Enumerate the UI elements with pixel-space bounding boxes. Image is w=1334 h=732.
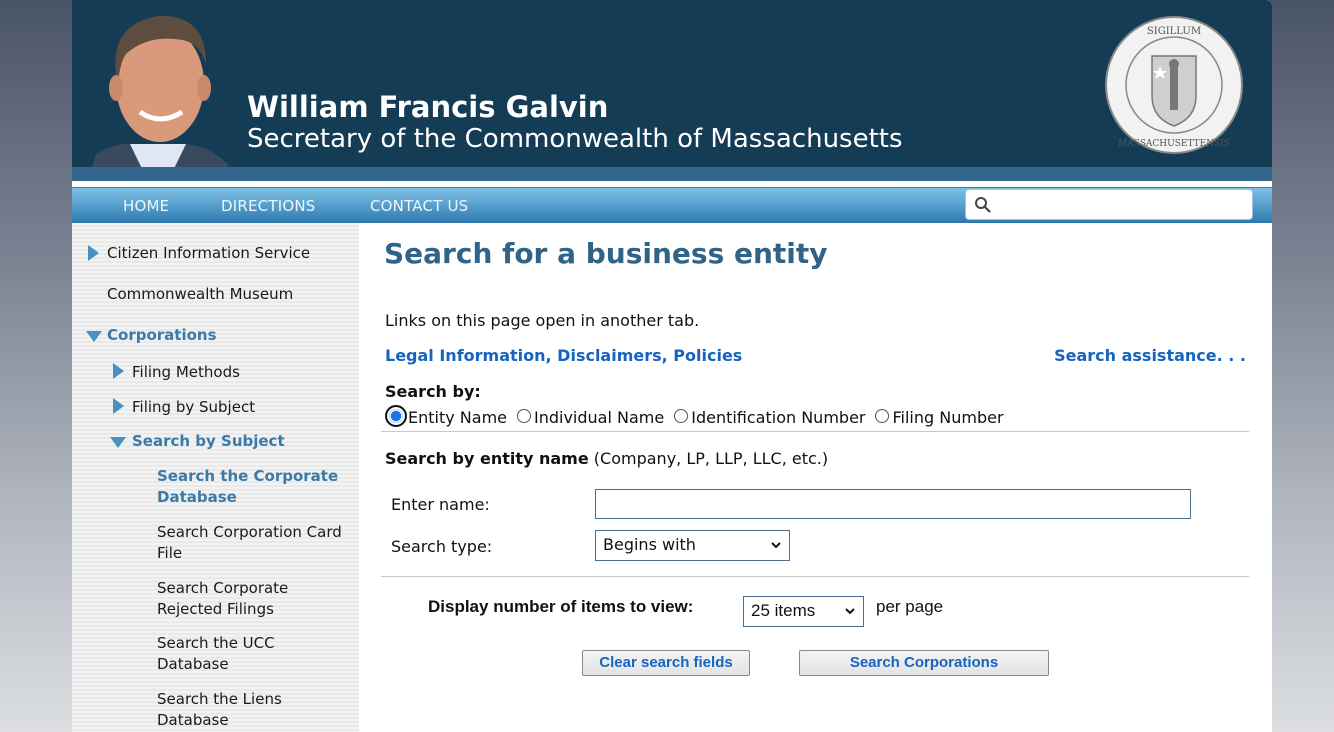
clear-search-button[interactable]: Clear search fields: [582, 650, 750, 676]
official-name: William Francis Galvin: [247, 90, 609, 124]
search-assistance-link[interactable]: Search assistance. . .: [1054, 346, 1246, 365]
items-per-page-select[interactable]: 25 items: [743, 596, 864, 627]
svg-text:MASSACHUSETTENSIS: MASSACHUSETTENSIS: [1118, 139, 1230, 149]
divider: [381, 431, 1249, 432]
site-header: William Francis Galvin Secretary of the …: [72, 0, 1272, 181]
site-search: [965, 189, 1253, 220]
radio-label-filing-number[interactable]: Filing Number: [892, 408, 1003, 427]
svg-text:SIGILLUM: SIGILLUM: [1147, 26, 1201, 37]
search-type-select[interactable]: Begins with: [595, 530, 790, 561]
sidebar-item-filing-by-subject[interactable]: Filing by Subject: [132, 397, 255, 418]
display-items-label: Display number of items to view:: [428, 597, 694, 616]
links-note: Links on this page open in another tab.: [385, 311, 700, 330]
triangle-down-icon: [86, 331, 102, 342]
radio-label-identification-number[interactable]: Identification Number: [691, 408, 865, 427]
nav-directions[interactable]: DIRECTIONS: [221, 197, 315, 215]
state-seal-icon: SIGILLUM MASSACHUSETTENSIS: [1105, 16, 1243, 154]
section-heading-row: Search by entity name (Company, LP, LLP,…: [385, 449, 828, 468]
sidebar-item-search-corporation-card-file[interactable]: Search Corporation Card File: [157, 522, 352, 564]
triangle-right-icon: [88, 245, 99, 261]
search-type-label: Search type:: [391, 537, 493, 556]
radio-label-individual-name[interactable]: Individual Name: [534, 408, 664, 427]
per-page-label: per page: [876, 597, 944, 616]
sidebar-item-filing-methods[interactable]: Filing Methods: [132, 362, 240, 383]
sidebar-item-search-corporate-rejected-filings[interactable]: Search Corporate Rejected Filings: [157, 578, 307, 620]
items-per-page-value: 25 items: [751, 601, 816, 620]
chevron-down-icon: [771, 542, 781, 549]
portrait-photo: [88, 15, 228, 181]
section-heading: Search by entity name: [385, 449, 589, 468]
sidebar-item-commonwealth-museum[interactable]: Commonwealth Museum: [107, 284, 293, 305]
page-container: William Francis Galvin Secretary of the …: [72, 0, 1272, 732]
official-title: Secretary of the Commonwealth of Massach…: [247, 124, 903, 154]
sidebar-item-search-liens-database[interactable]: Search the Liens Database: [157, 689, 292, 731]
radio-identification-number[interactable]: [674, 409, 689, 423]
entity-name-input[interactable]: [595, 489, 1191, 519]
title-block: William Francis Galvin Secretary of the …: [247, 90, 903, 154]
search-icon[interactable]: [974, 196, 992, 214]
top-nav: HOME DIRECTIONS CONTACT US: [72, 187, 1272, 223]
triangle-right-icon: [113, 363, 124, 379]
sidebar: Citizen Information Service Commonwealth…: [72, 223, 359, 732]
chevron-down-icon: [845, 608, 855, 615]
nav-home[interactable]: HOME: [123, 197, 169, 215]
search-by-radio-group: Entity Name Individual Name Identificati…: [385, 405, 1004, 428]
nav-contact-us[interactable]: CONTACT US: [370, 197, 468, 215]
triangle-down-icon: [110, 437, 126, 448]
site-search-input[interactable]: [996, 193, 1246, 217]
divider: [381, 576, 1249, 577]
radio-label-entity-name[interactable]: Entity Name: [408, 408, 507, 427]
page-title: Search for a business entity: [384, 237, 828, 270]
radio-individual-name[interactable]: [517, 409, 531, 423]
sidebar-item-search-by-subject[interactable]: Search by Subject: [132, 431, 285, 452]
header-strip: [72, 167, 1272, 181]
main-content: Search for a business entity Links on th…: [359, 223, 1272, 732]
sidebar-item-search-corporate-database[interactable]: Search the Corporate Database: [157, 466, 352, 508]
radio-entity-name[interactable]: [385, 405, 407, 427]
legal-info-link[interactable]: Legal Information, Disclaimers, Policies: [385, 346, 742, 365]
sidebar-item-corporations[interactable]: Corporations: [107, 325, 217, 346]
sidebar-item-search-ucc-database[interactable]: Search the UCC Database: [157, 633, 287, 675]
search-type-value: Begins with: [603, 535, 696, 554]
search-corporations-button[interactable]: Search Corporations: [799, 650, 1049, 676]
sidebar-item-citizen-information-service[interactable]: Citizen Information Service: [107, 243, 310, 264]
radio-filing-number[interactable]: [875, 409, 890, 423]
triangle-right-icon: [113, 398, 124, 414]
enter-name-label: Enter name:: [391, 495, 490, 514]
search-by-label: Search by:: [385, 382, 481, 401]
section-hint: (Company, LP, LLP, LLC, etc.): [593, 449, 829, 468]
